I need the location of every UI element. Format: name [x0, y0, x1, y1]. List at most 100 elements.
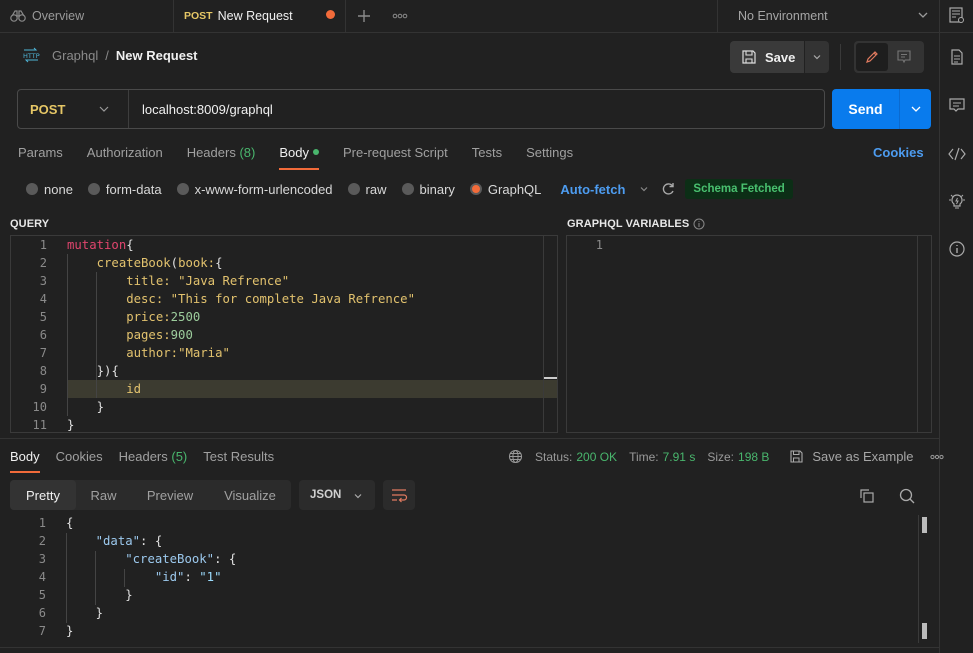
- radio-icon: [401, 183, 414, 195]
- code-line: "createBook": {: [125, 552, 237, 566]
- search-icon[interactable]: [898, 487, 916, 505]
- chevron-down-icon: [353, 491, 363, 501]
- autofetch-chevron-icon[interactable]: [639, 184, 649, 194]
- response-body-viewer[interactable]: 1 {2 "data": {3 "createBook": {4 "id": "1…: [10, 515, 930, 640]
- comments-icon[interactable]: [948, 96, 966, 114]
- edit-mode-button[interactable]: [856, 43, 888, 71]
- view-visualize[interactable]: Visualize: [209, 480, 291, 510]
- more-icon[interactable]: [929, 454, 944, 460]
- tab-label: Headers: [118, 449, 168, 464]
- code-line: id: [67, 382, 142, 396]
- query-scrollbar[interactable]: [543, 236, 557, 432]
- tab-body[interactable]: Body: [279, 145, 319, 170]
- line-number: 1: [39, 238, 47, 252]
- tab-tests[interactable]: Tests: [472, 145, 502, 169]
- info-icon[interactable]: [948, 240, 966, 258]
- view-preview[interactable]: Preview: [131, 480, 209, 510]
- breadcrumb: HTTP Graphql / New Request: [22, 47, 198, 63]
- tab-overview[interactable]: Overview: [0, 0, 174, 32]
- request-name[interactable]: New Request: [116, 48, 198, 63]
- unsaved-dot: [326, 10, 335, 19]
- variables-editor[interactable]: 1: [566, 235, 932, 433]
- response-view-selector: Pretty Raw Preview Visualize: [10, 480, 291, 510]
- tab-new-request[interactable]: POST New Request: [174, 0, 346, 32]
- response-divider[interactable]: [0, 438, 939, 439]
- body-type-graphql[interactable]: GraphQL: [469, 182, 541, 197]
- view-raw[interactable]: Raw: [76, 480, 131, 510]
- request-tabs: Params Authorization Headers (8) Body Pr…: [18, 145, 597, 170]
- size-value[interactable]: 198 B: [738, 450, 769, 464]
- save-as-example-button[interactable]: Save as Example: [789, 449, 914, 464]
- method-selector[interactable]: POST: [18, 90, 129, 128]
- time-value[interactable]: 7.91 s: [663, 450, 696, 464]
- tab-headers[interactable]: Headers (8): [187, 145, 256, 169]
- variables-scrollbar[interactable]: [917, 236, 931, 432]
- url-bar: POST: [17, 89, 825, 129]
- code-snippet-icon[interactable]: [948, 145, 966, 163]
- scrollbar-thumb[interactable]: [544, 377, 557, 379]
- response-tab-body[interactable]: Body: [10, 449, 40, 473]
- tab-params[interactable]: Params: [18, 145, 63, 169]
- tab-authorization[interactable]: Authorization: [87, 145, 163, 169]
- send-button[interactable]: Send: [832, 89, 899, 129]
- breadcrumb-collection[interactable]: Graphql: [52, 48, 98, 63]
- body-type-none[interactable]: none: [26, 182, 73, 197]
- line-number: 1: [38, 516, 46, 530]
- tab-label: Cookies: [55, 449, 103, 464]
- globe-icon[interactable]: [508, 449, 523, 464]
- headers-count: (5): [171, 449, 188, 464]
- refresh-schema-icon[interactable]: [661, 182, 675, 196]
- response-scrollbar[interactable]: [918, 515, 928, 643]
- more-icon: [392, 13, 408, 19]
- tab-label: Headers: [186, 145, 236, 160]
- comment-mode-button[interactable]: [888, 43, 920, 71]
- save-button[interactable]: Save: [730, 41, 804, 73]
- format-selector[interactable]: JSON: [299, 480, 375, 510]
- info-icon[interactable]: [693, 218, 705, 230]
- url-input[interactable]: [129, 90, 824, 128]
- query-editor[interactable]: 1 mutation{2 createBook(book:{3 title: "J…: [10, 235, 558, 433]
- comment-icon: [897, 50, 911, 64]
- cookies-link[interactable]: Cookies: [873, 145, 924, 160]
- view-pretty[interactable]: Pretty: [10, 480, 76, 510]
- response-tab-cookies[interactable]: Cookies: [56, 449, 103, 471]
- variables-label: GRAPHQL VARIABLES: [567, 218, 705, 230]
- code-line: "id": "1": [154, 570, 222, 584]
- save-options-button[interactable]: [805, 41, 829, 73]
- environment-quick-look-icon[interactable]: [948, 6, 966, 24]
- body-type-urlencoded[interactable]: x-www-form-urlencoded: [176, 182, 333, 197]
- lightbulb-icon[interactable]: [948, 192, 966, 210]
- autofetch-toggle[interactable]: Auto-fetch: [560, 182, 625, 197]
- tab-options-button[interactable]: [382, 0, 418, 32]
- radio-label: binary: [419, 181, 455, 197]
- code-line: }: [66, 624, 74, 638]
- new-tab-button[interactable]: [346, 0, 382, 32]
- tab-pre-request-script[interactable]: Pre-request Script: [343, 145, 448, 169]
- radio-icon: [26, 183, 38, 195]
- line-number: 8: [39, 364, 47, 378]
- variables-label-text: GRAPHQL VARIABLES: [567, 218, 690, 230]
- response-tab-test-results[interactable]: Test Results: [203, 449, 274, 471]
- body-type-raw[interactable]: raw: [347, 182, 387, 197]
- word-wrap-button[interactable]: [383, 480, 415, 510]
- line-number: 6: [38, 606, 46, 620]
- environment-selector[interactable]: No Environment: [717, 0, 939, 32]
- radio-label: form-data: [105, 181, 162, 197]
- body-type-binary[interactable]: binary: [401, 181, 455, 197]
- save-as-example-label: Save as Example: [812, 449, 914, 464]
- line-number: 5: [39, 310, 47, 324]
- tab-settings[interactable]: Settings: [526, 145, 573, 169]
- code-line: author:"Maria": [67, 346, 230, 360]
- tab-label: Settings: [526, 145, 574, 160]
- body-type-form-data[interactable]: form-data: [87, 181, 162, 197]
- copy-icon[interactable]: [858, 487, 876, 505]
- response-tab-headers[interactable]: Headers (5): [119, 449, 188, 471]
- send-options-button[interactable]: [899, 89, 931, 129]
- line-number: 4: [39, 292, 47, 306]
- pencil-icon: [866, 51, 878, 63]
- documentation-icon[interactable]: [948, 48, 966, 66]
- scrollbar-thumb[interactable]: [922, 623, 927, 639]
- line-number: 10: [32, 400, 47, 414]
- status-value[interactable]: 200 OK: [576, 450, 617, 464]
- scrollbar-thumb[interactable]: [922, 517, 927, 533]
